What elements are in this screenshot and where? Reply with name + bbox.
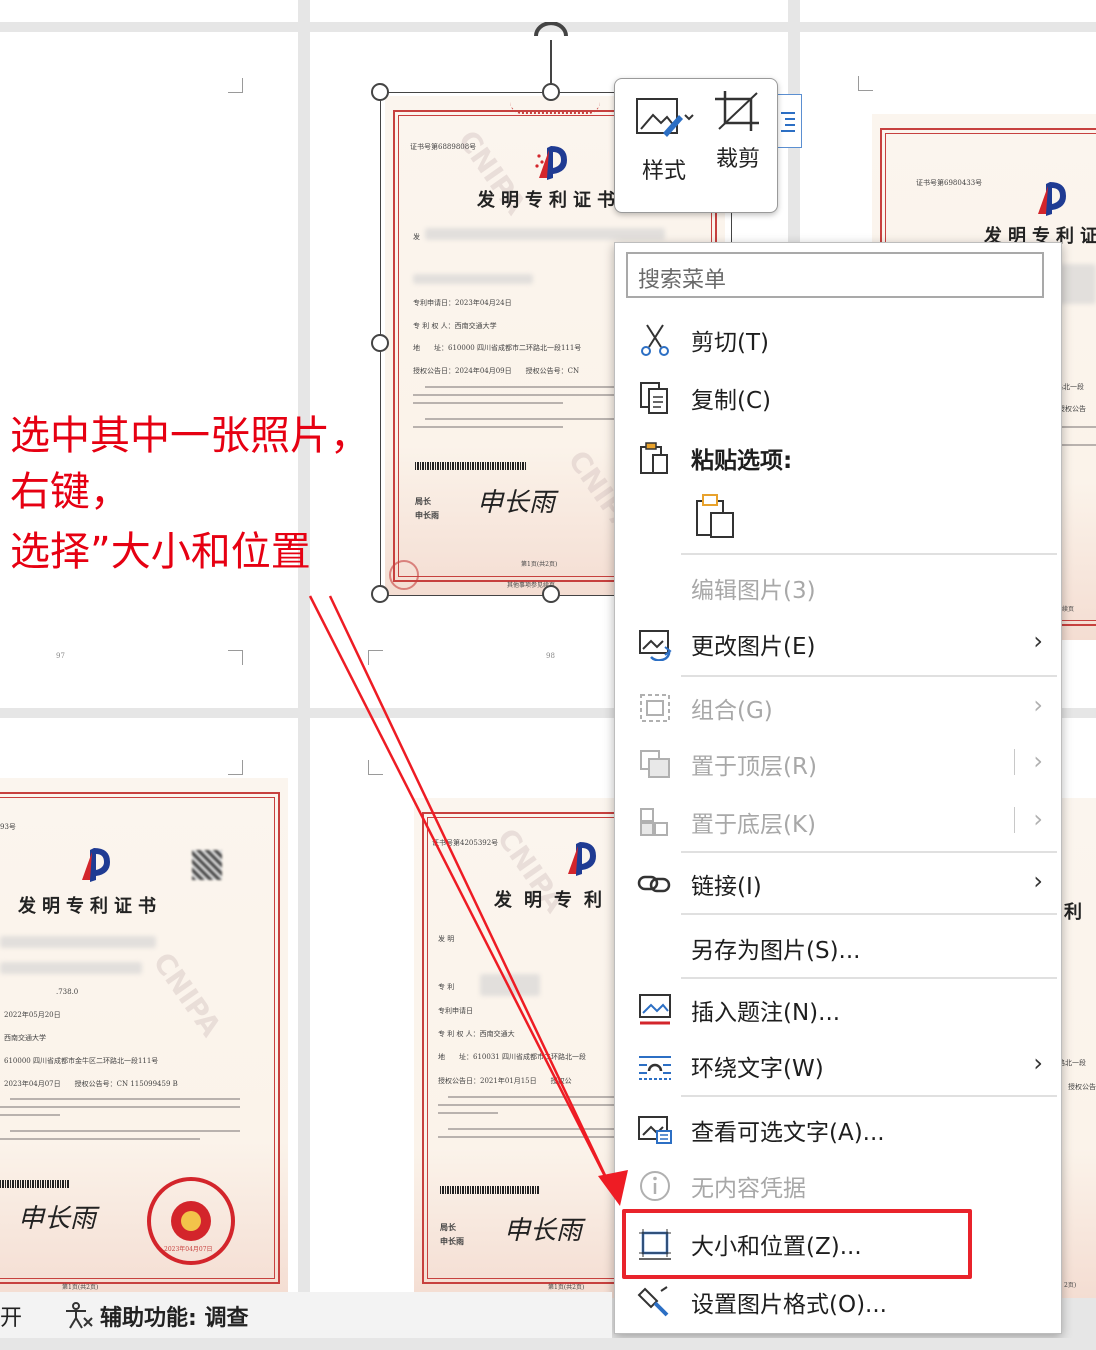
status-bar: 开 辅助功能: 调查 (0, 1292, 612, 1338)
bottom-strip (0, 1338, 1096, 1350)
accessibility-status[interactable]: 辅助功能: 调查 (100, 1300, 248, 1332)
size-position-highlight (622, 1209, 972, 1279)
accessibility-icon (66, 1302, 93, 1329)
status-left-text: 开 (0, 1306, 23, 1331)
annotation-arrow (308, 595, 628, 1206)
